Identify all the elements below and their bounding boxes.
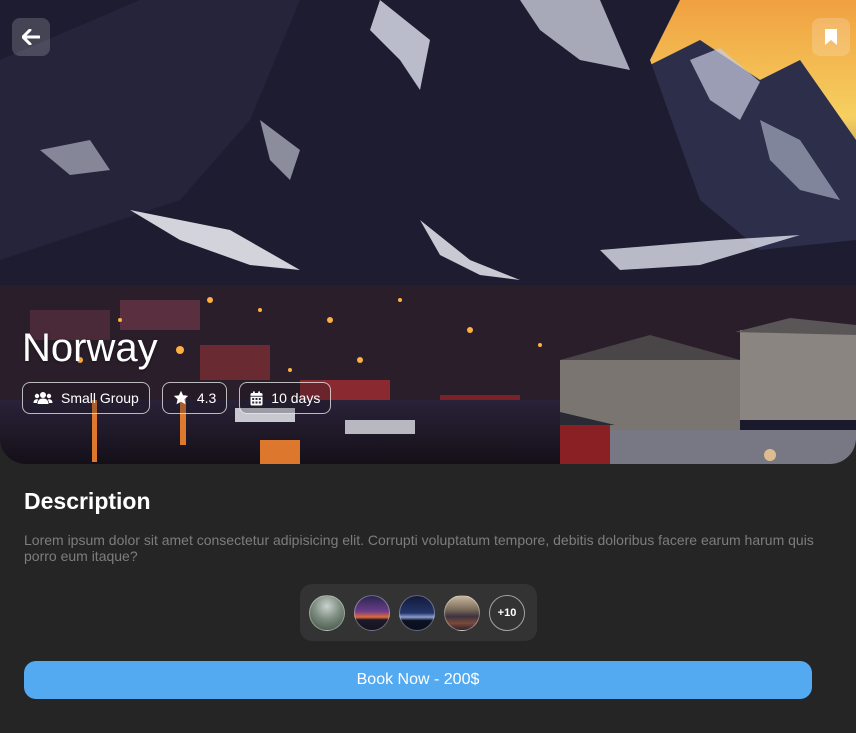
arrow-left-icon bbox=[22, 29, 40, 45]
calendar-icon bbox=[250, 390, 263, 405]
gallery-thumbnail[interactable] bbox=[444, 594, 480, 631]
duration-label: 10 days bbox=[271, 390, 321, 406]
description-text: Lorem ipsum dolor sit amet consectetur a… bbox=[24, 532, 814, 564]
description-heading: Description bbox=[24, 488, 151, 514]
rating-value: 4.3 bbox=[196, 390, 217, 406]
star-icon bbox=[173, 390, 189, 405]
users-icon bbox=[33, 392, 53, 404]
book-now-button[interactable]: Book Now - 200$ bbox=[24, 661, 812, 699]
bookmark-button[interactable] bbox=[812, 18, 850, 56]
photo-gallery: +10 bbox=[300, 584, 537, 641]
duration-chip: 10 days bbox=[239, 382, 332, 414]
destination-title: Norway bbox=[22, 326, 158, 370]
more-photos-button[interactable]: +10 bbox=[489, 594, 525, 631]
rating-chip: 4.3 bbox=[161, 382, 228, 414]
gallery-thumbnail[interactable] bbox=[399, 594, 435, 631]
group-size-label: Small Group bbox=[61, 390, 139, 406]
bookmark-icon bbox=[825, 29, 837, 45]
back-button[interactable] bbox=[12, 18, 50, 56]
trip-info-chips: Small Group 4.3 10 days bbox=[22, 382, 332, 414]
gallery-thumbnail[interactable] bbox=[309, 594, 345, 631]
gallery-thumbnail[interactable] bbox=[354, 594, 390, 631]
hero-image: Norway Small Group 4.3 10 days bbox=[0, 0, 856, 464]
group-size-chip: Small Group bbox=[22, 382, 150, 414]
